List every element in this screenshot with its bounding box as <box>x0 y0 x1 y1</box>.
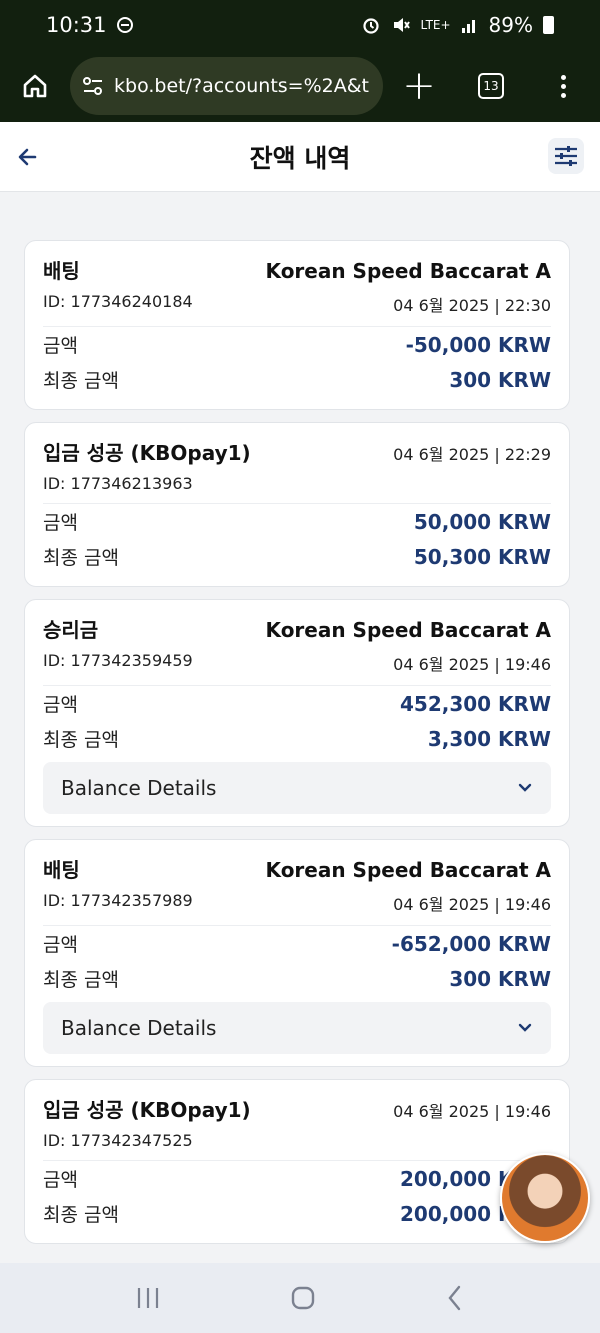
transaction-id: ID: 177346240184 <box>43 292 193 311</box>
balance-details-toggle[interactable]: Balance Details <box>43 1002 551 1054</box>
back-chevron-icon[interactable] <box>445 1284 465 1312</box>
game-name: Korean Speed Baccarat A <box>265 259 551 283</box>
browser-home-button[interactable] <box>0 72 70 100</box>
transaction-card[interactable]: 배팅 Korean Speed Baccarat A ID: 1773462401… <box>24 240 570 410</box>
status-time: 10:31 <box>46 13 107 37</box>
network-type: LTE+ <box>420 18 451 32</box>
support-chat-avatar[interactable] <box>500 1153 590 1243</box>
final-balance-label: 최종 금액 <box>43 969 119 991</box>
final-balance-label: 최종 금액 <box>43 547 119 569</box>
transaction-card[interactable]: 입금 성공 (KBOpay1) 04 6월 2025 | 22:29 ID: 17… <box>24 422 570 587</box>
more-vert-icon <box>560 74 566 98</box>
transaction-list: 배팅 Korean Speed Baccarat A ID: 1773462401… <box>24 240 570 1256</box>
chevron-down-icon <box>518 783 532 792</box>
transaction-id: ID: 177342359459 <box>43 651 193 670</box>
transaction-datetime: 04 6월 2025 | 19:46 <box>393 655 551 674</box>
transaction-type: 배팅 <box>43 858 80 882</box>
battery-icon <box>543 16 554 34</box>
status-icons: LTE+ 89% <box>361 13 554 37</box>
final-balance-value: 3,300 KRW <box>427 726 551 751</box>
game-name: Korean Speed Baccarat A <box>265 618 551 642</box>
system-nav-bar <box>0 1263 600 1333</box>
new-tab-button[interactable]: + <box>383 66 455 106</box>
transaction-id: ID: 177342347525 <box>43 1131 193 1150</box>
amount-label: 금액 <box>43 512 78 534</box>
amount-label: 금액 <box>43 934 78 956</box>
final-balance-value: 300 KRW <box>449 367 551 392</box>
transaction-card[interactable]: 배팅 Korean Speed Baccarat A ID: 1773423579… <box>24 839 570 1067</box>
browser-toolbar: kbo.bet/?accounts=%2A&t + 13 <box>0 50 600 122</box>
transaction-type: 입금 성공 (KBOpay1) <box>43 441 251 465</box>
amount-value: -652,000 KRW <box>391 931 551 956</box>
recent-apps-icon[interactable] <box>135 1286 161 1310</box>
status-time-group: 10:31 <box>46 13 133 37</box>
amount-label: 금액 <box>43 1169 78 1191</box>
transaction-datetime: 04 6월 2025 | 22:30 <box>393 296 551 315</box>
amount-value: 452,300 KRW <box>399 691 551 716</box>
final-balance-value: 300 KRW <box>449 966 551 991</box>
amount-label: 금액 <box>43 694 78 716</box>
sliders-icon <box>555 146 577 166</box>
final-balance-value: 50,300 KRW <box>413 544 551 569</box>
transaction-card[interactable]: 승리금 Korean Speed Baccarat A ID: 177342359… <box>24 599 570 827</box>
balance-details-label: Balance Details <box>61 1016 217 1040</box>
arrow-left-icon <box>18 148 37 166</box>
final-balance-label: 최종 금액 <box>43 729 119 751</box>
transaction-id: ID: 177346213963 <box>43 474 193 493</box>
app-header: 잔액 내역 <box>0 122 600 192</box>
alarm-icon <box>362 18 379 34</box>
home-circle-icon[interactable] <box>290 1285 316 1311</box>
tab-count: 13 <box>478 73 504 99</box>
transaction-datetime: 04 6월 2025 | 19:46 <box>393 1102 551 1121</box>
transaction-type: 입금 성공 (KBOpay1) <box>43 1098 251 1122</box>
balance-details-label: Balance Details <box>61 776 217 800</box>
url-text[interactable]: kbo.bet/?accounts=%2A&t <box>114 75 369 97</box>
do-not-disturb-icon <box>116 17 133 33</box>
address-bar[interactable]: kbo.bet/?accounts=%2A&t <box>70 57 383 115</box>
balance-details-toggle[interactable]: Balance Details <box>43 762 551 814</box>
browser-menu-button[interactable] <box>527 74 599 98</box>
amount-value: 50,000 KRW <box>413 509 551 534</box>
chevron-down-icon <box>518 1023 532 1032</box>
amount-value: -50,000 KRW <box>405 332 551 357</box>
transaction-datetime: 04 6월 2025 | 19:46 <box>393 895 551 914</box>
battery-percent: 89% <box>488 13 533 37</box>
page-title: 잔액 내역 <box>249 143 351 173</box>
filter-button[interactable] <box>548 138 584 174</box>
final-balance-label: 최종 금액 <box>43 1204 119 1226</box>
status-bar: 10:31 LTE+ 89% <box>0 0 600 50</box>
plus-icon: + <box>402 63 436 109</box>
signal-icon <box>461 20 475 33</box>
tab-switcher-button[interactable]: 13 <box>455 73 527 99</box>
game-name: Korean Speed Baccarat A <box>265 858 551 882</box>
transaction-id: ID: 177342357989 <box>43 891 193 910</box>
transaction-datetime: 04 6월 2025 | 22:29 <box>393 445 551 464</box>
amount-label: 금액 <box>43 335 78 357</box>
transaction-card[interactable]: 입금 성공 (KBOpay1) 04 6월 2025 | 19:46 ID: 17… <box>24 1079 570 1244</box>
final-balance-label: 최종 금액 <box>43 370 119 392</box>
back-button[interactable] <box>14 142 44 172</box>
transaction-type: 배팅 <box>43 259 80 283</box>
tune-icon[interactable] <box>82 76 104 96</box>
mute-icon <box>393 18 410 32</box>
transaction-type: 승리금 <box>43 618 99 642</box>
home-icon <box>23 74 47 98</box>
